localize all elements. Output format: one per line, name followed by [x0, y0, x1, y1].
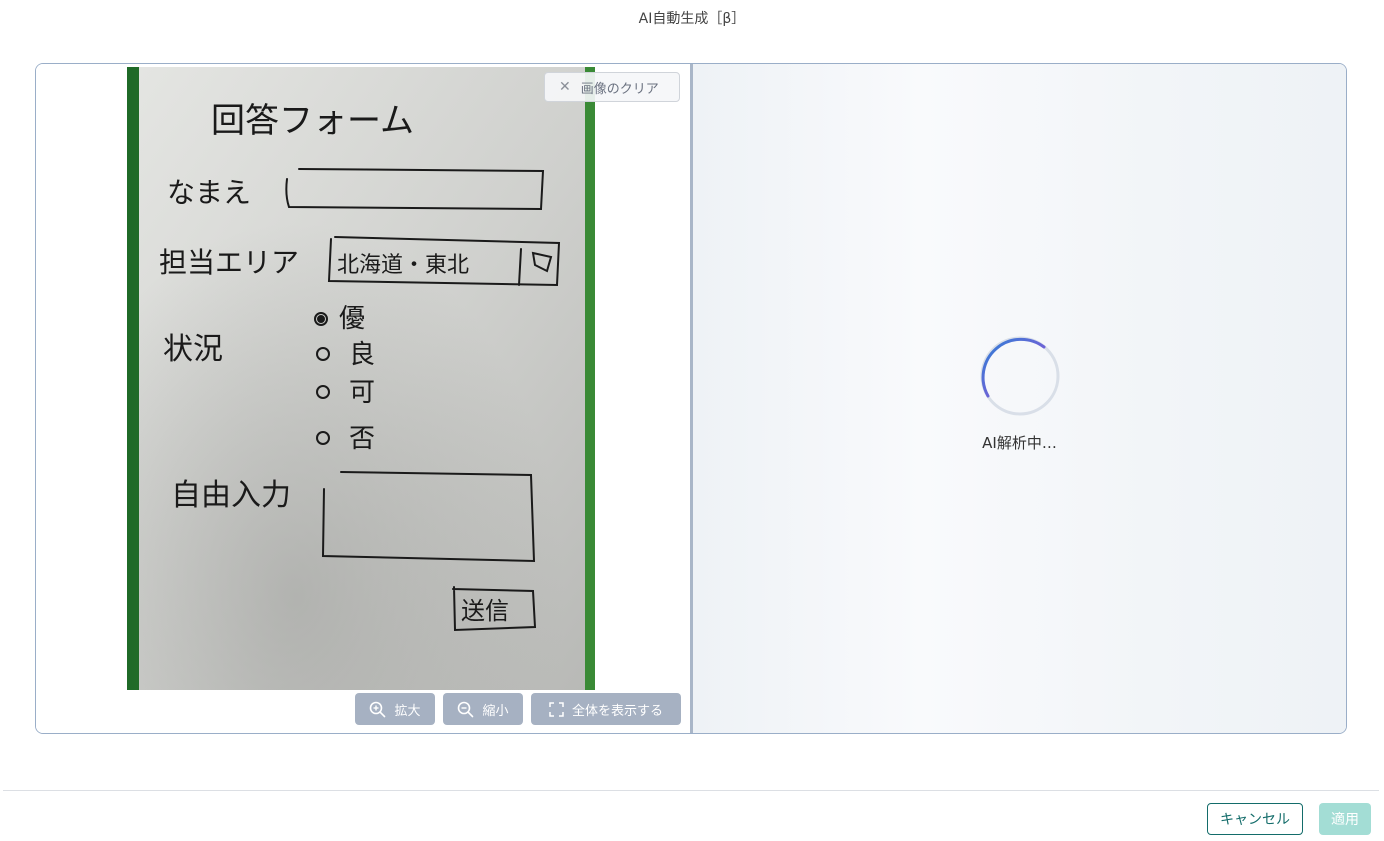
fit-to-view-button[interactable]: 全体を表示する: [531, 693, 681, 725]
sketch-area-value: 北海道・東北: [337, 253, 469, 278]
sketch-option-3: 可: [349, 378, 375, 408]
sketch-submit-label: 送信: [461, 597, 509, 625]
zoom-in-icon: [370, 701, 386, 717]
image-viewer: 回答フォーム なまえ 担当エリア 北海道・東北 状況 優 良 可 否 自由入力 …: [36, 64, 690, 733]
ai-generation-panel: 回答フォーム なまえ 担当エリア 北海道・東北 状況 優 良 可 否 自由入力 …: [35, 63, 1347, 734]
sketch-option-4: 否: [349, 424, 375, 454]
apply-button[interactable]: 適用: [1319, 803, 1371, 835]
loading-spinner-icon: [980, 336, 1059, 416]
fit-to-view-label: 全体を表示する: [571, 703, 663, 719]
sketch-free-label: 自由入力: [171, 478, 291, 513]
zoom-in-button[interactable]: 拡大: [355, 693, 435, 725]
loading-indicator: AI解析中…: [693, 334, 1346, 453]
footer-divider: [3, 790, 1379, 791]
zoom-out-label: 縮小: [482, 703, 509, 719]
sketch-status-label: 状況: [163, 332, 223, 367]
zoom-out-icon: [458, 701, 474, 717]
cancel-button[interactable]: キャンセル: [1207, 803, 1303, 835]
fullscreen-icon: [549, 701, 564, 717]
sketch-title: 回答フォーム: [211, 101, 414, 141]
uploaded-sketch-image: 回答フォーム なまえ 担当エリア 北海道・東北 状況 優 良 可 否 自由入力 …: [127, 67, 595, 690]
analysis-status-text: AI解析中…: [982, 434, 1057, 452]
clear-image-button[interactable]: ✕ 画像のクリア: [544, 72, 680, 102]
zoom-out-button[interactable]: 縮小: [443, 693, 523, 725]
analysis-pane: AI解析中…: [693, 64, 1346, 733]
sketch-option-2: 良: [349, 340, 375, 370]
close-icon: ✕: [559, 79, 571, 95]
clear-image-label: 画像のクリア: [580, 81, 659, 97]
sketch-area-label: 担当エリア: [159, 246, 299, 279]
zoom-in-label: 拡大: [394, 703, 421, 719]
sketch-name-label: なまえ: [167, 176, 251, 209]
dialog-title: AI自動生成［β］: [638, 11, 746, 27]
sketch-option-1: 優: [339, 304, 365, 334]
